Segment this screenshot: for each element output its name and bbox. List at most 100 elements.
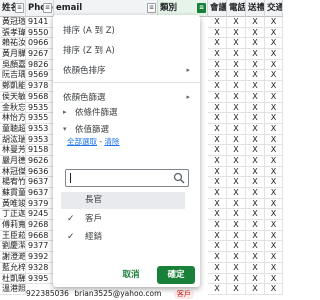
cell-mark[interactable]: X bbox=[265, 81, 283, 92]
cell-mark[interactable]: X bbox=[208, 145, 227, 156]
cancel-button[interactable]: 取消 bbox=[111, 266, 151, 284]
cell-mark[interactable]: X bbox=[208, 123, 227, 135]
cell-name[interactable]: 嚴月德 bbox=[0, 155, 26, 167]
cell-mark[interactable]: X bbox=[265, 252, 283, 263]
cell-phone[interactable]: 9550 bbox=[26, 27, 54, 39]
cell-mark[interactable]: X bbox=[265, 166, 283, 178]
menu-sort-by-color[interactable]: 依顏色排序 bbox=[63, 64, 106, 76]
option-customer[interactable]: ✓ 客戶 bbox=[61, 211, 185, 228]
cell-mark[interactable]: X bbox=[208, 134, 227, 146]
cell-name[interactable]: 胡汯瑞 bbox=[0, 134, 26, 146]
cell-mark[interactable]: X bbox=[227, 102, 246, 114]
cell-mark[interactable]: X bbox=[208, 241, 227, 253]
cell-name[interactable]: 蘇貫童 bbox=[0, 188, 26, 199]
cell-mark[interactable]: X bbox=[265, 273, 283, 285]
cell-mark[interactable]: X bbox=[246, 59, 265, 71]
cell-mark[interactable]: X bbox=[227, 38, 246, 50]
cell-phone[interactable]: 9378 bbox=[26, 81, 54, 92]
ok-button[interactable]: 確定 bbox=[157, 266, 195, 284]
cell-mark[interactable]: X bbox=[227, 273, 246, 285]
cell-mark[interactable]: X bbox=[265, 59, 283, 71]
cell-mark[interactable]: X bbox=[246, 166, 265, 178]
cell-phone[interactable]: 9395 bbox=[26, 273, 54, 285]
header-transport[interactable]: 交通 bbox=[265, 0, 283, 17]
cell-phone[interactable]: 9141 bbox=[26, 17, 54, 28]
cell-mark[interactable]: X bbox=[265, 91, 283, 103]
cell-mark[interactable]: X bbox=[246, 70, 265, 82]
cell-mark[interactable]: X bbox=[246, 81, 265, 92]
cell-name[interactable]: 劉慶潔 bbox=[0, 241, 26, 253]
cell-name[interactable]: 阮吉瑀 bbox=[0, 70, 26, 82]
cell-mark[interactable]: X bbox=[265, 262, 283, 274]
cell-mark[interactable]: X bbox=[246, 188, 265, 199]
cell-name[interactable]: 黃冠瑄 bbox=[0, 17, 26, 28]
cell-mark[interactable]: X bbox=[246, 284, 265, 295]
cell-mark[interactable]: X bbox=[208, 155, 227, 167]
cell-mark[interactable]: X bbox=[246, 17, 265, 28]
cell-name[interactable]: 侯天敏 bbox=[0, 91, 26, 103]
cell-mark[interactable]: X bbox=[265, 155, 283, 167]
cell-mark[interactable]: X bbox=[227, 284, 246, 295]
cell-mark[interactable]: X bbox=[265, 188, 283, 199]
cell-name[interactable]: 鄭凱能 bbox=[0, 81, 26, 92]
cell-mark[interactable]: X bbox=[227, 81, 246, 92]
cell-name[interactable]: 吳顏嘉 bbox=[0, 59, 26, 71]
cell-mark[interactable]: X bbox=[208, 262, 227, 274]
cell-name[interactable]: 林曼芳 bbox=[0, 145, 26, 156]
cell-name[interactable]: 黃月驊 bbox=[0, 49, 26, 60]
cell-mark[interactable]: X bbox=[265, 230, 283, 242]
cell-name[interactable]: 藍允梓 bbox=[0, 262, 26, 274]
filter-button-category[interactable]: ≡ bbox=[197, 3, 206, 13]
header-phone-call[interactable]: 電話 bbox=[227, 0, 246, 17]
cell-mark[interactable]: X bbox=[227, 91, 246, 103]
cell-mark[interactable]: X bbox=[246, 134, 265, 146]
cell-phone[interactable]: 9535 bbox=[26, 102, 54, 114]
cell-mark[interactable]: X bbox=[265, 177, 283, 188]
cell-mark[interactable]: X bbox=[208, 188, 227, 199]
cell-mark[interactable]: X bbox=[246, 155, 265, 167]
cell-phone[interactable]: 9328 bbox=[26, 262, 54, 274]
cell-name[interactable]: 林冠傑 bbox=[0, 166, 26, 178]
cell-phone[interactable]: 9355 bbox=[26, 113, 54, 124]
cell-name[interactable]: 謝澄澔 bbox=[0, 252, 26, 263]
cell-name[interactable]: 楊宥竹 bbox=[0, 177, 26, 188]
cell-mark[interactable]: X bbox=[265, 241, 283, 253]
cell-mark[interactable]: X bbox=[208, 198, 227, 210]
cell-mark[interactable]: X bbox=[227, 134, 246, 146]
cell-mark[interactable]: X bbox=[265, 70, 283, 82]
cell-mark[interactable]: X bbox=[208, 49, 227, 60]
cell-mark[interactable]: X bbox=[208, 59, 227, 71]
cell-mark[interactable]: X bbox=[208, 230, 227, 242]
clear-link[interactable]: 清除 bbox=[104, 137, 119, 146]
cell-mark[interactable]: X bbox=[208, 252, 227, 263]
header-name[interactable]: 姓名 ≡ bbox=[0, 0, 26, 17]
cell-mark[interactable]: X bbox=[227, 252, 246, 263]
cell-phone[interactable]: 9568 bbox=[26, 91, 54, 103]
cell-mark[interactable]: X bbox=[208, 273, 227, 285]
cell-mark[interactable]: X bbox=[265, 145, 283, 156]
cell-mark[interactable]: X bbox=[208, 81, 227, 92]
option-dealer[interactable]: ✓ 經銷 bbox=[61, 229, 185, 246]
cell-mark[interactable]: X bbox=[265, 123, 283, 135]
cell-mark[interactable]: X bbox=[208, 102, 227, 114]
cell-phone[interactable]: 9353 bbox=[26, 134, 54, 146]
cell-mark[interactable]: X bbox=[265, 209, 283, 221]
cell-mark[interactable]: X bbox=[246, 252, 265, 263]
cell-mark[interactable]: X bbox=[227, 188, 246, 199]
cell-mark[interactable]: X bbox=[265, 17, 283, 28]
cell-mark[interactable]: X bbox=[208, 38, 227, 50]
cell-mark[interactable]: X bbox=[227, 177, 246, 188]
cell-mark[interactable]: X bbox=[227, 27, 246, 39]
filter-button-name[interactable]: ≡ bbox=[15, 3, 24, 13]
cell-phone[interactable]: 9626 bbox=[26, 155, 54, 167]
header-meeting[interactable]: 會議 bbox=[208, 0, 227, 17]
cell-mark[interactable]: X bbox=[265, 284, 283, 295]
cell-phone[interactable]: 9392 bbox=[26, 252, 54, 263]
cell-name[interactable]: 童聴超 bbox=[0, 123, 26, 135]
cell-mark[interactable]: X bbox=[246, 220, 265, 231]
cell-mark[interactable]: X bbox=[208, 220, 227, 231]
cell-mark[interactable]: X bbox=[227, 59, 246, 71]
menu-sort-za[interactable]: 排序 (Z 到 A) bbox=[63, 44, 115, 56]
cell-mark[interactable]: X bbox=[246, 27, 265, 39]
cell-mark[interactable]: X bbox=[246, 209, 265, 221]
